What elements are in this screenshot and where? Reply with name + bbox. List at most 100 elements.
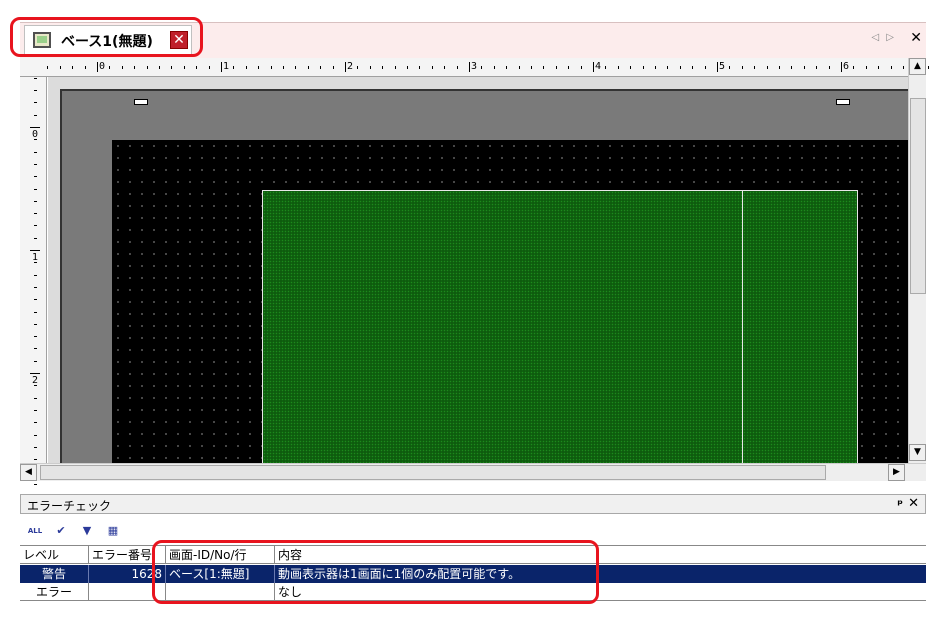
tab-scroll-arrows[interactable]: ◁ ▷ — [871, 32, 896, 43]
ruler-tick — [841, 62, 842, 72]
error-check-title: エラーチェック — [27, 499, 112, 513]
ruler-tick — [481, 66, 483, 69]
ruler-tick — [47, 66, 49, 69]
ruler-tick — [196, 66, 198, 69]
ruler-tick — [332, 66, 334, 69]
ruler-tick — [407, 66, 408, 69]
ruler-tick — [84, 66, 86, 69]
close-icon[interactable]: ✕ — [910, 30, 922, 46]
list-icon[interactable]: ▦ — [104, 522, 122, 540]
ruler-tick — [531, 66, 532, 69]
ruler-tick — [741, 66, 743, 69]
base-screen-frame — [60, 89, 908, 477]
ruler-label: 2 — [347, 61, 354, 72]
ruler-tick — [34, 286, 37, 288]
frame-marker — [134, 99, 148, 105]
ruler-tick — [927, 66, 929, 69]
video-part-divider — [742, 191, 743, 477]
ruler-tick — [568, 66, 570, 69]
scroll-up-button[interactable]: ▲ — [909, 58, 926, 75]
scroll-right-button[interactable]: ▶ — [888, 464, 905, 481]
ruler-tick — [593, 62, 594, 72]
ruler-tick — [518, 66, 520, 69]
ruler-tick — [34, 114, 37, 116]
ruler-tick — [890, 66, 892, 69]
ruler-tick — [754, 66, 756, 69]
ruler-tick — [34, 200, 37, 202]
ruler-tick — [345, 62, 346, 72]
ruler-tick — [34, 213, 37, 215]
ruler-tick — [617, 66, 619, 69]
ruler-tick — [493, 66, 495, 69]
ruler-tick — [34, 90, 37, 92]
horizontal-ruler: 0 1 2 3 4 5 6 — [47, 58, 929, 77]
column-header-level[interactable]: レベル — [20, 546, 89, 564]
filter-icon[interactable]: ▼ — [78, 522, 96, 540]
ruler-label: 0 — [32, 129, 39, 140]
ruler-tick — [221, 62, 222, 72]
check-all-icon[interactable]: ALL — [26, 522, 44, 540]
ruler-tick — [34, 188, 37, 190]
ruler-tick — [580, 66, 582, 69]
ruler-label: 4 — [595, 61, 602, 72]
ruler-tick — [729, 66, 731, 69]
ruler-tick — [295, 66, 297, 69]
ruler-tick — [30, 127, 40, 128]
ruler-tick — [34, 483, 37, 485]
cell-level: エラー — [20, 583, 89, 601]
horizontal-scrollbar[interactable]: ◀ ▶ — [20, 463, 926, 481]
ruler-tick — [667, 66, 669, 69]
ruler-tick — [803, 66, 805, 69]
ruler-tick — [779, 66, 780, 69]
ruler-tick — [159, 66, 160, 69]
pin-icon[interactable]: ᵖ — [897, 497, 903, 511]
video-display-part[interactable] — [262, 190, 858, 477]
ruler-tick — [34, 102, 37, 104]
ruler-tick — [692, 66, 694, 69]
ruler-tick — [34, 446, 37, 448]
scroll-down-button[interactable]: ▼ — [909, 444, 926, 461]
ruler-tick — [431, 66, 433, 69]
ruler-tick — [679, 66, 681, 69]
ruler-tick — [828, 66, 830, 69]
ruler-tick — [233, 66, 235, 69]
highlight-error-row — [152, 540, 599, 604]
ruler-tick — [853, 66, 855, 69]
vertical-ruler: 0 1 2 — [20, 77, 47, 510]
ruler-tick — [357, 66, 359, 69]
vertical-scrollbar[interactable]: ▲ ▼ — [908, 58, 926, 463]
editor-canvas[interactable] — [48, 77, 908, 477]
vertical-scroll-thumb[interactable] — [910, 98, 926, 294]
ruler-tick — [369, 66, 371, 69]
screen-area[interactable] — [112, 140, 908, 477]
ruler-tick — [34, 311, 37, 313]
ruler-tick — [34, 299, 37, 301]
ruler-tick — [245, 66, 247, 69]
ruler-tick — [865, 66, 867, 69]
ruler-tick — [34, 176, 37, 178]
frame-marker — [836, 99, 850, 105]
ruler-tick — [34, 151, 37, 153]
ruler-tick — [208, 66, 210, 69]
ruler-tick — [307, 66, 309, 69]
check-screen-icon[interactable]: ✔ — [52, 522, 70, 540]
ruler-tick — [903, 66, 904, 69]
ruler-tick — [134, 66, 136, 69]
ruler-label: 5 — [719, 61, 726, 72]
ruler-tick — [34, 409, 37, 411]
ruler-corner — [20, 58, 47, 77]
error-check-panel-header: エラーチェック ᵖ ✕ — [20, 494, 926, 514]
ruler-tick — [30, 373, 40, 374]
ruler-tick — [456, 66, 458, 69]
ruler-tick — [469, 62, 470, 72]
scroll-left-button[interactable]: ◀ — [20, 464, 37, 481]
ruler-tick — [34, 397, 37, 399]
ruler-tick — [72, 66, 74, 69]
ruler-tick — [394, 66, 396, 69]
close-icon[interactable]: ✕ — [908, 496, 919, 511]
ruler-label: 6 — [843, 61, 850, 72]
ruler-tick — [642, 66, 644, 69]
horizontal-scroll-thumb[interactable] — [40, 465, 826, 480]
ruler-tick — [878, 66, 880, 69]
ruler-tick — [605, 66, 607, 69]
